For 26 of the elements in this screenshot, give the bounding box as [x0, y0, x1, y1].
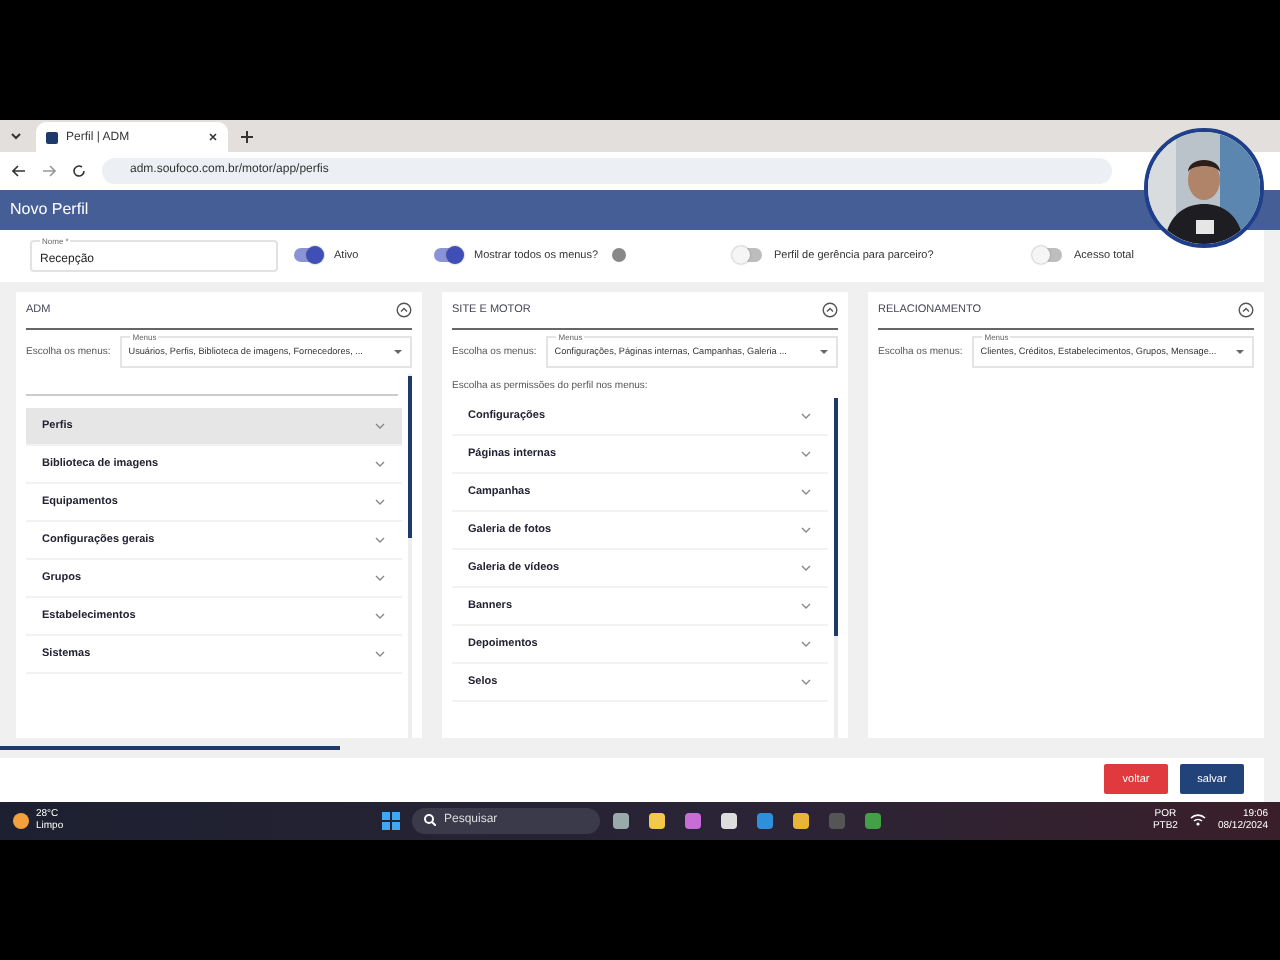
scrollbar[interactable] [834, 397, 838, 738]
wifi-icon[interactable] [1189, 814, 1206, 827]
dropdown-caret-icon[interactable] [392, 347, 404, 356]
start-icon[interactable] [382, 811, 400, 830]
back-icon[interactable] [12, 163, 26, 178]
scrollbar[interactable] [408, 373, 412, 738]
toggle-switch[interactable] [734, 248, 762, 263]
toggle-switch[interactable] [1034, 248, 1062, 263]
toggle-switch[interactable] [294, 248, 322, 263]
dropdown-caret-icon[interactable] [1234, 347, 1246, 356]
collapse-icon[interactable] [396, 302, 412, 319]
dropdown-caret-icon[interactable] [818, 347, 830, 356]
forward-icon[interactable] [42, 163, 56, 178]
chevron-down-icon[interactable] [8, 128, 24, 145]
collapse-icon[interactable] [1238, 302, 1254, 319]
collapse-icon[interactable] [822, 302, 838, 319]
page-title: Novo Perfil [10, 200, 89, 219]
toggle-switch[interactable] [434, 248, 462, 263]
horizontal-scrollbar[interactable] [0, 745, 340, 750]
favicon-icon [46, 131, 58, 144]
reload-icon[interactable] [72, 163, 86, 178]
new-tab-icon[interactable] [240, 130, 254, 145]
weather-icon[interactable] [12, 811, 30, 830]
search-icon[interactable] [424, 814, 436, 827]
info-icon[interactable] [612, 248, 627, 263]
close-icon[interactable] [208, 132, 218, 143]
